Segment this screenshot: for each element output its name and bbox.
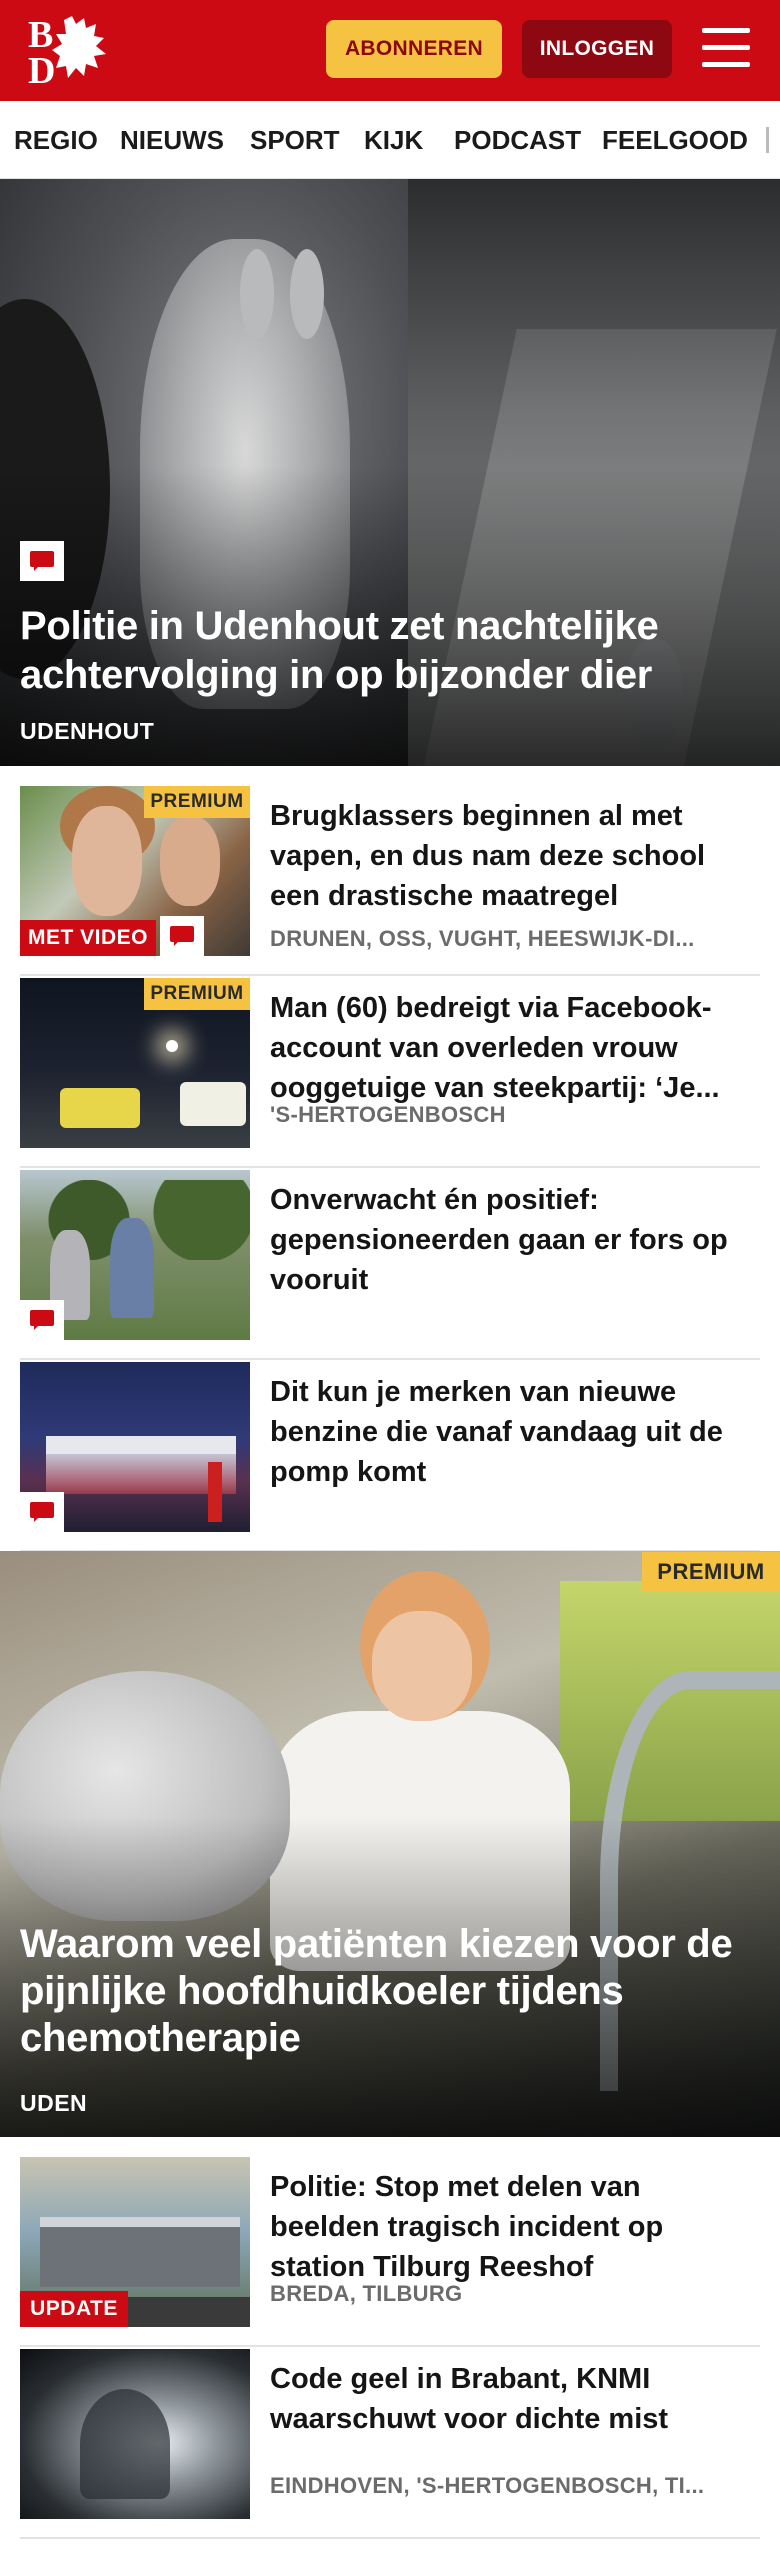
article-title: Onverwacht én positief: gepensioneerden … [270,1184,728,1296]
comment-icon [160,916,204,956]
article-location: BREDA, TILBURG [270,2281,463,2306]
premium-badge: PREMIUM [144,786,250,818]
article-item[interactable]: Code geel in Brabant, KNMI waarschuwt vo… [20,2349,760,2539]
nav-item-kijk[interactable]: KIJK [364,101,423,178]
comment-icon [20,1300,64,1340]
subscribe-button[interactable]: ABONNEREN [326,20,502,78]
nav-item-regio[interactable]: REGIO [14,101,98,178]
article-location: 'S-HERTOGENBOSCH [270,1102,506,1127]
article-item[interactable]: Dit kun je merken van nieuwe benzine die… [20,1362,760,1552]
article-title: Dit kun je merken van nieuwe benzine die… [270,1376,723,1488]
article-item[interactable]: UPDATE Politie: Stop met delen van beeld… [20,2157,760,2347]
site-header: B D ABONNEREN INLOGGEN [0,0,780,101]
article-thumbnail [20,2349,250,2519]
article-location: EINDHOVEN, 'S-HERTOGENBOSCH, TI... [270,2473,705,2498]
lion-icon [52,16,106,78]
nav-item-feelgood[interactable]: FEELGOOD [602,101,748,178]
bd-logo[interactable]: B D [20,12,120,90]
hamburger-menu-icon[interactable] [700,24,752,72]
article-item[interactable]: PREMIUM MET VIDEO Brugklassers beginnen … [20,786,760,976]
nav-overflow-indicator[interactable] [766,127,769,153]
article-location: DRUNEN, OSS, VUGHT, HEESWIJK-DI... [270,926,695,951]
featured-article-location: UDENHOUT [20,718,155,744]
article-title: Man (60) bedreigt via Facebook- account … [270,992,720,1104]
premium-badge: PREMIUM [642,1552,780,1592]
nav-item-sport[interactable]: SPORT [250,101,340,178]
article-title: Brugklassers beginnen al met vapen, en d… [270,800,706,912]
nav-item-podcast[interactable]: PODCAST [454,101,581,178]
featured-article-title[interactable]: Politie in Udenhout zet nachtelijke acht… [20,602,659,700]
featured-article-title[interactable]: Waarom veel patiënten kiezen voor de pij… [20,1921,770,2062]
update-badge: UPDATE [20,2291,128,2327]
comment-icon [20,541,64,581]
premium-badge: PREMIUM [144,978,250,1010]
article-item[interactable]: Onverwacht én positief: gepensioneerden … [20,1170,760,1360]
featured-article-location: UDEN [20,2090,88,2116]
comment-icon [20,1492,64,1532]
nav-item-nieuws[interactable]: NIEUWS [120,101,224,178]
article-item[interactable]: PREMIUM Man (60) bedreigt via Facebook- … [20,978,760,1168]
article-title: Code geel in Brabant, KNMI waarschuwt vo… [270,2363,669,2435]
login-button[interactable]: INLOGGEN [522,20,672,78]
article-title: Politie: Stop met delen van beelden trag… [270,2171,664,2283]
category-nav: REGIO NIEUWS SPORT KIJK PODCAST FEELGOOD [0,101,780,179]
video-badge: MET VIDEO [20,920,156,956]
nav-fade [750,101,780,178]
